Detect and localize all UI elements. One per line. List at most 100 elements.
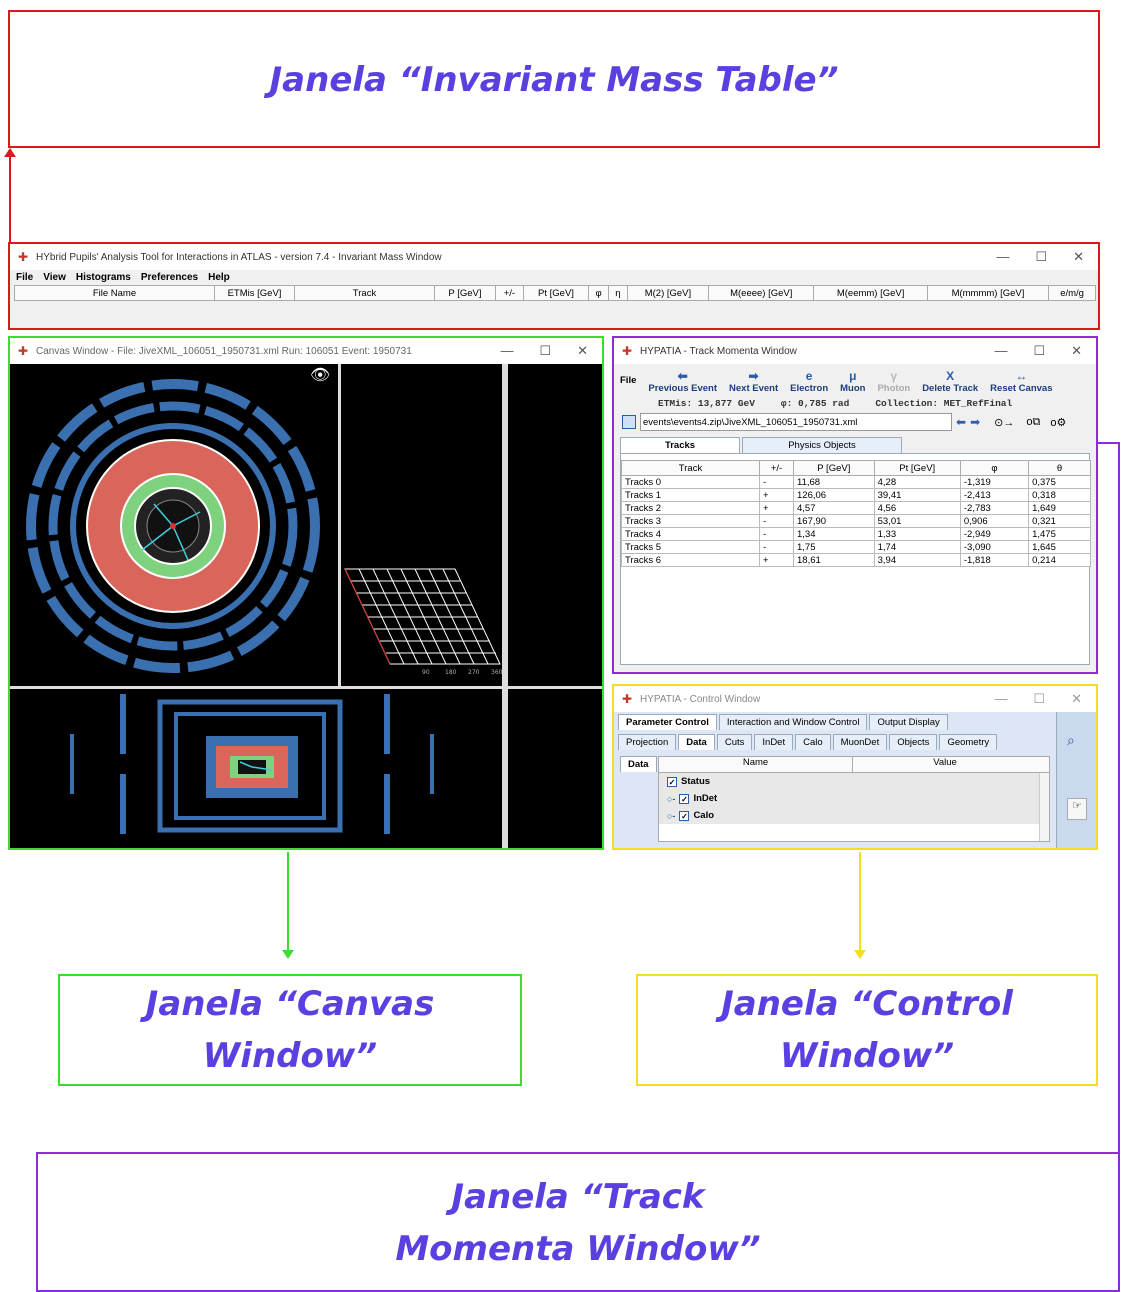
muon-button[interactable]: μ Muon xyxy=(840,369,865,394)
maximize-icon[interactable]: ☐ xyxy=(1033,343,1045,359)
menu-file[interactable]: File xyxy=(16,272,33,283)
track-tabs: Tracks Physics Objects xyxy=(614,433,1096,453)
col-charge[interactable]: +/- xyxy=(494,285,524,301)
menu-help[interactable]: Help xyxy=(208,272,230,283)
checkbox-checked-icon[interactable]: ✓ xyxy=(667,776,677,787)
electron-button[interactable]: e Electron xyxy=(790,369,828,394)
zoom-tool-icon[interactable]: ⌕ xyxy=(1067,732,1075,749)
minimize-icon[interactable]: — xyxy=(994,343,1007,359)
zoom-icon[interactable]: ⊙→ xyxy=(994,416,1014,429)
control-top-tabs: Parameter Control Interaction and Window… xyxy=(618,714,950,730)
photon-button[interactable]: γ Photon xyxy=(877,369,910,394)
col-p[interactable]: P [GeV] xyxy=(793,460,875,476)
param-item-indet[interactable]: ○- ✓ InDet xyxy=(659,790,1049,807)
file-path-field[interactable] xyxy=(640,413,952,431)
col-m2[interactable]: M(2) [GeV] xyxy=(626,285,710,301)
tab-projection[interactable]: Projection xyxy=(618,734,677,750)
side-tab-data[interactable]: Data xyxy=(620,756,657,772)
end-on-view[interactable] xyxy=(26,379,320,673)
col-etmis[interactable]: ETMis [GeV] xyxy=(214,285,295,301)
table-row[interactable]: Tracks 3-167,90 53,01 0,906 0,321 xyxy=(621,514,1091,528)
maximize-icon[interactable]: ☐ xyxy=(539,343,551,359)
minimize-icon[interactable]: — xyxy=(996,249,1009,265)
col-track[interactable]: Track xyxy=(294,285,435,301)
checkbox-checked-icon[interactable]: ✓ xyxy=(679,793,690,804)
prev-file-icon[interactable]: ⬅ xyxy=(956,415,966,429)
menu-view[interactable]: View xyxy=(43,272,66,283)
close-icon[interactable]: ✕ xyxy=(1073,249,1084,265)
table-row[interactable]: Tracks 6 +18,61 3,94 -1,818 0,214 xyxy=(621,553,1091,567)
col-meemm[interactable]: M(eemm) [GeV] xyxy=(813,285,928,301)
col-file-name[interactable]: File Name xyxy=(14,285,215,301)
close-icon[interactable]: ✕ xyxy=(1071,343,1082,359)
tab-data[interactable]: Data xyxy=(678,734,715,750)
side-view[interactable] xyxy=(70,694,434,834)
param-item-status[interactable]: ✓ Status xyxy=(659,773,1049,790)
tab-muondet[interactable]: MuonDet xyxy=(832,734,888,750)
table-row[interactable]: Tracks 2 +4,57 4,56 -2,783 1,649 xyxy=(621,501,1091,515)
tab-physics-objects[interactable]: Physics Objects xyxy=(742,437,902,453)
event-display-canvas[interactable]: 👁 90 180 270 360 xyxy=(10,364,602,848)
control-titlebar: ✚ HYPATIA - Control Window — ☐ ✕ xyxy=(614,686,1096,712)
tab-geometry[interactable]: Geometry xyxy=(939,734,998,750)
delete-track-button[interactable]: X Delete Track xyxy=(922,369,978,394)
tab-calo[interactable]: Calo xyxy=(795,734,831,750)
arrow-right-icon: ➡ xyxy=(748,369,759,383)
save-icon[interactable] xyxy=(622,415,636,429)
col-p[interactable]: P [GeV] xyxy=(434,285,496,301)
expand-icon[interactable]: ○- xyxy=(667,811,675,821)
param-scrollbar[interactable] xyxy=(1039,773,1049,841)
window-controls: — ☐ ✕ xyxy=(994,691,1096,707)
col-mmmmm[interactable]: M(mmmm) [GeV] xyxy=(926,285,1050,301)
table-row[interactable]: Tracks 4-1,34 1,33 -2,949 1,475 xyxy=(621,527,1091,541)
col-value[interactable]: Value xyxy=(853,757,1037,772)
menu-histograms[interactable]: Histograms xyxy=(76,272,131,283)
col-charge[interactable]: +/- xyxy=(759,460,794,476)
table-row[interactable]: Tracks 0-11,68 4,28 -1,319 0,375 xyxy=(621,475,1091,489)
tab-parameter-control[interactable]: Parameter Control xyxy=(618,714,717,730)
col-pt[interactable]: Pt [GeV] xyxy=(873,460,961,476)
next-file-icon[interactable]: ➡ xyxy=(970,415,980,429)
reset-canvas-button[interactable]: ↔ Reset Canvas xyxy=(990,369,1052,394)
expand-icon[interactable]: ○- xyxy=(667,794,675,804)
col-phi[interactable]: φ xyxy=(588,285,610,301)
hand-tool-icon[interactable]: ☞ xyxy=(1067,798,1087,820)
col-pt[interactable]: Pt [GeV] xyxy=(522,285,590,301)
tab-cuts[interactable]: Cuts xyxy=(716,734,753,750)
col-meeee[interactable]: M(eeee) [GeV] xyxy=(708,285,815,301)
col-name[interactable]: Name xyxy=(659,757,853,772)
tab-objects[interactable]: Objects xyxy=(889,734,938,750)
tab-indet[interactable]: InDet xyxy=(754,734,794,750)
menu-preferences[interactable]: Preferences xyxy=(141,272,198,283)
col-eta[interactable]: η xyxy=(608,285,628,301)
lego-plot[interactable] xyxy=(344,568,501,665)
settings-icon[interactable]: o⚙ xyxy=(1050,416,1066,429)
table-row[interactable]: Tracks 5-1,75 1,74 -3,090 1,645 xyxy=(621,540,1091,554)
previous-event-button[interactable]: ⬅ Previous Event xyxy=(648,369,717,394)
maximize-icon[interactable]: ☐ xyxy=(1035,249,1047,265)
table-row[interactable]: Tracks 1 +126,06 39,41 -2,413 0,318 xyxy=(621,488,1091,502)
maximize-icon[interactable]: ☐ xyxy=(1033,691,1045,707)
tab-output-display[interactable]: Output Display xyxy=(869,714,948,730)
minimize-icon[interactable]: — xyxy=(500,343,513,359)
close-icon[interactable]: ✕ xyxy=(1071,691,1082,707)
mass-table-header: File Name ETMis [GeV] Track P [GeV] +/- … xyxy=(14,285,1096,301)
control-sub-tabs: Projection Data Cuts InDet Calo MuonDet … xyxy=(618,734,999,750)
col-theta[interactable]: θ xyxy=(1028,460,1091,476)
purple-connector-vertical xyxy=(1118,442,1120,1154)
col-phi[interactable]: φ xyxy=(959,460,1030,476)
tab-tracks[interactable]: Tracks xyxy=(620,437,740,453)
purple-connector-horizontal xyxy=(1098,442,1120,444)
col-emg[interactable]: e/m/g xyxy=(1048,285,1096,301)
next-event-button[interactable]: ➡ Next Event xyxy=(729,369,778,394)
close-icon[interactable]: ✕ xyxy=(577,343,588,359)
checkbox-checked-icon[interactable]: ✓ xyxy=(679,810,690,821)
yellow-arrow-head xyxy=(854,950,866,959)
param-item-calo[interactable]: ○- ✓ Calo xyxy=(659,807,1049,824)
crop-icon[interactable]: o⧉ xyxy=(1026,416,1040,429)
event-info: ETMis: 13,877 GeV φ: 0,785 rad Collectio… xyxy=(614,396,1096,411)
col-track[interactable]: Track xyxy=(621,460,760,476)
minimize-icon[interactable]: — xyxy=(994,691,1007,707)
tab-interaction-window-control[interactable]: Interaction and Window Control xyxy=(718,714,868,730)
file-menu[interactable]: File xyxy=(620,375,636,386)
